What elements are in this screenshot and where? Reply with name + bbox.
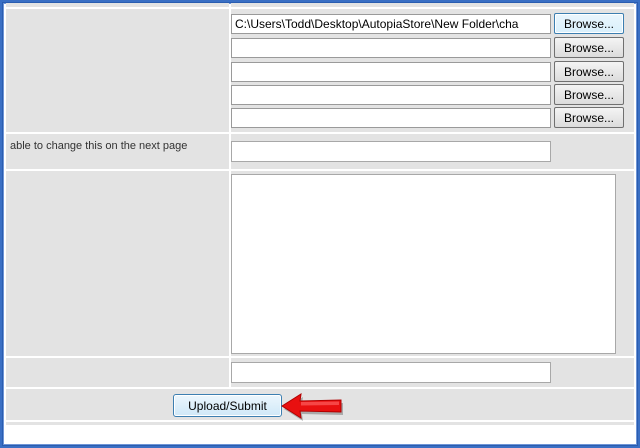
browse-button-3[interactable]: Browse... bbox=[554, 61, 624, 82]
file-input-4[interactable] bbox=[231, 85, 551, 105]
description-textarea[interactable] bbox=[231, 174, 616, 354]
browse-button-5[interactable]: Browse... bbox=[554, 107, 624, 128]
extra-field[interactable] bbox=[231, 362, 551, 383]
file-input-5[interactable] bbox=[231, 108, 551, 128]
red-arrow-icon bbox=[281, 392, 343, 421]
upload-form-panel: C:\Users\Todd\Desktop\AutopiaStore\New F… bbox=[2, 2, 638, 446]
browse-button-4[interactable]: Browse... bbox=[554, 84, 624, 105]
file-input-2[interactable] bbox=[231, 38, 551, 58]
file-row-label-cell bbox=[6, 9, 229, 132]
top-right-cell bbox=[231, 3, 634, 7]
upload-submit-button[interactable]: Upload/Submit bbox=[173, 394, 282, 417]
top-left-cell bbox=[6, 3, 229, 7]
description-row-label-cell bbox=[6, 171, 229, 356]
bottom-strip bbox=[6, 422, 634, 425]
name-row-label: able to change this on the next page bbox=[10, 140, 188, 152]
name-row-label-cell: able to change this on the next page bbox=[6, 134, 229, 169]
name-field[interactable] bbox=[231, 141, 551, 162]
file-input-1[interactable]: C:\Users\Todd\Desktop\AutopiaStore\New F… bbox=[231, 14, 551, 34]
browse-button-1[interactable]: Browse... bbox=[554, 13, 624, 34]
browse-button-2[interactable]: Browse... bbox=[554, 37, 624, 58]
file-input-3[interactable] bbox=[231, 62, 551, 82]
extra-row-label-cell bbox=[6, 358, 229, 387]
